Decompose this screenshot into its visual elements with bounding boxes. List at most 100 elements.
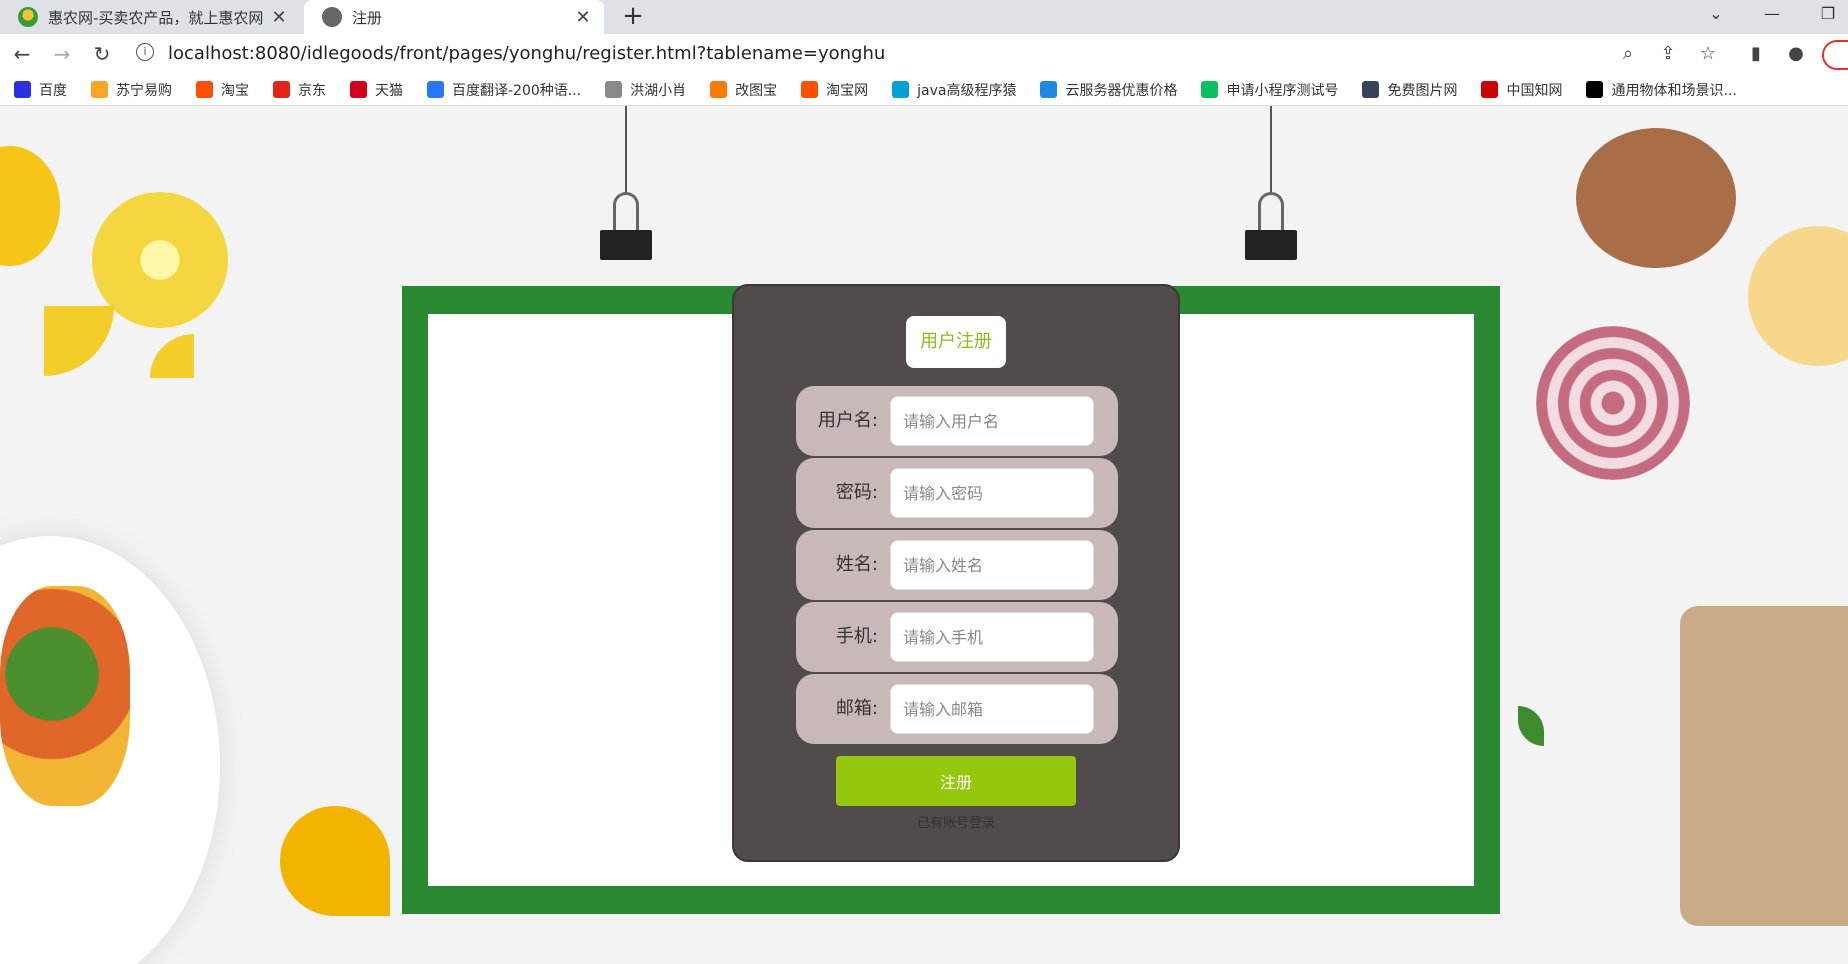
new-tab-button[interactable]: + <box>618 0 648 34</box>
cnki-icon <box>1481 81 1499 98</box>
jd-icon <box>273 81 290 98</box>
tab-register[interactable]: 注册 ✕ <box>304 0 604 34</box>
bookmark-item[interactable]: 通用物体和场景识... <box>1586 80 1737 100</box>
forward-arrow-icon[interactable]: → <box>48 40 76 68</box>
ai-icon <box>1586 81 1604 98</box>
zoom-icon[interactable]: ⌕ <box>1616 42 1640 66</box>
onion-slice-icon <box>1536 326 1690 480</box>
lemon-icon <box>0 146 60 266</box>
username-row: 用户名: <box>796 386 1118 456</box>
tab-title: 惠农网-买卖农产品，就上惠农网 <box>48 8 264 27</box>
bookmark-item[interactable]: java高级程序猿 <box>892 80 1016 100</box>
username-input[interactable] <box>890 396 1094 446</box>
bird-icon <box>605 81 623 98</box>
bookmark-label: 云服务器优惠价格 <box>1065 82 1178 99</box>
close-tab-icon[interactable]: ✕ <box>268 7 290 28</box>
close-tab-icon[interactable]: ✕ <box>572 7 594 28</box>
minimize-icon[interactable]: — <box>1752 0 1792 30</box>
lemon-wedge-icon <box>44 306 114 376</box>
bookmark-label: 中国知网 <box>1506 82 1563 99</box>
phone-row: 手机: <box>796 602 1118 672</box>
bookmark-label: 申请小程序测试号 <box>1226 82 1339 99</box>
suning-icon <box>91 81 108 98</box>
bookmark-label: 通用物体和场景识... <box>1611 82 1737 99</box>
name-row: 姓名: <box>796 530 1118 600</box>
star-icon[interactable]: ☆ <box>1696 42 1720 66</box>
tab-strip: 惠农网-买卖农产品，就上惠农网 ✕ 注册 ✕ + ⌄ — ❐ <box>0 0 1848 34</box>
page-background: 用户注册 用户名: 密码: 姓名: 手机: 邮箱: 注册 已有账号登录 <box>0 106 1848 964</box>
register-title: 用户注册 <box>906 316 1006 368</box>
bilibili-icon <box>892 81 910 98</box>
profile-avatar-icon[interactable]: ● <box>1784 42 1808 66</box>
bookmark-item[interactable]: 中国知网 <box>1481 80 1562 100</box>
gaitubao-icon <box>710 81 728 98</box>
url-text: localhost:8080/idlegoods/front/pages/yon… <box>168 43 886 64</box>
bookmark-item[interactable]: 天猫 <box>350 80 403 100</box>
bookmark-label: 百度翻译-200种语... <box>452 82 582 99</box>
phone-input[interactable] <box>890 612 1094 662</box>
bookmark-item[interactable]: 百度 <box>14 80 67 100</box>
password-row: 密码: <box>796 458 1118 528</box>
translate-icon <box>427 81 444 98</box>
leaf-icon <box>1518 706 1544 746</box>
browser-toolbar: ← → ↻ i localhost:8080/idlegoods/front/pa… <box>0 34 1848 74</box>
bookmark-label: 改图宝 <box>735 82 778 99</box>
salad-icon <box>0 586 130 806</box>
hanging-wire <box>625 106 627 194</box>
potato-slice-icon <box>1748 226 1848 366</box>
bookmark-label: 百度 <box>39 82 67 99</box>
bookmark-item[interactable]: 免费图片网 <box>1362 80 1457 100</box>
bookmark-label: 京东 <box>298 82 326 99</box>
bookmark-label: 洪湖小肖 <box>630 82 687 99</box>
tumblr-icon <box>1362 81 1380 98</box>
share-icon[interactable]: ⇪ <box>1656 42 1680 66</box>
bookmark-item[interactable]: 申请小程序测试号 <box>1201 80 1338 100</box>
bookmark-item[interactable]: 淘宝 <box>196 80 249 100</box>
username-label: 用户名: <box>817 410 878 431</box>
globe-icon <box>322 7 342 27</box>
wechat-icon <box>1201 81 1219 98</box>
bookmark-item[interactable]: 苏宁易购 <box>91 80 172 100</box>
bookmark-item[interactable]: 淘宝网 <box>801 80 868 100</box>
tmall-icon <box>350 81 367 98</box>
register-button[interactable]: 注册 <box>836 756 1076 806</box>
update-button[interactable] <box>1822 40 1848 70</box>
bookmark-item[interactable]: 云服务器优惠价格 <box>1040 80 1177 100</box>
bookmarks-bar: 百度 苏宁易购 淘宝 京东 天猫 百度翻译-200种语... 洪湖小肖 改图宝 淘宝网 java高… <box>0 74 1848 106</box>
tab-title: 注册 <box>352 8 383 27</box>
tab-huinong[interactable]: 惠农网-买卖农产品，就上惠农网 ✕ <box>0 0 300 34</box>
site-info-icon[interactable]: i <box>136 43 154 61</box>
bookmark-label: 淘宝 <box>221 82 249 99</box>
bookmark-label: 免费图片网 <box>1387 82 1458 99</box>
name-input[interactable] <box>890 540 1094 590</box>
email-label: 邮箱: <box>835 698 878 719</box>
register-panel: 用户注册 用户名: 密码: 姓名: 手机: 邮箱: 注册 已有账号登录 <box>732 284 1180 862</box>
password-input[interactable] <box>890 468 1094 518</box>
taobao-icon <box>196 81 213 98</box>
honey-icon <box>280 806 390 916</box>
email-row: 邮箱: <box>796 674 1118 744</box>
bookmark-item[interactable]: 改图宝 <box>710 80 777 100</box>
tab-search-chevron-icon[interactable]: ⌄ <box>1696 0 1736 30</box>
bookmark-label: 天猫 <box>375 82 403 99</box>
side-panel-icon[interactable]: ▮ <box>1744 42 1768 66</box>
login-link[interactable]: 已有账号登录 <box>734 812 1178 831</box>
baidu-icon <box>14 81 31 98</box>
lemon-wedge-icon <box>150 334 194 378</box>
bookmark-label: java高级程序猿 <box>917 82 1017 99</box>
bookmark-item[interactable]: 京东 <box>273 80 326 100</box>
binder-clip-icon <box>1245 230 1297 260</box>
huinong-favicon-icon <box>18 7 38 27</box>
burlap-basket-icon <box>1680 606 1848 926</box>
bookmark-item[interactable]: 百度翻译-200种语... <box>427 80 581 100</box>
back-arrow-icon[interactable]: ← <box>8 40 36 68</box>
restore-icon[interactable]: ❐ <box>1808 0 1848 30</box>
bookmark-label: 淘宝网 <box>826 82 869 99</box>
cloud-icon <box>1040 81 1058 98</box>
address-bar[interactable]: i localhost:8080/idlegoods/front/pages/yo… <box>136 37 1796 71</box>
name-label: 姓名: <box>835 554 878 575</box>
email-input[interactable] <box>890 684 1094 734</box>
reload-icon[interactable]: ↻ <box>88 40 116 68</box>
bookmark-item[interactable]: 洪湖小肖 <box>605 80 686 100</box>
potato-icon <box>1576 128 1736 268</box>
